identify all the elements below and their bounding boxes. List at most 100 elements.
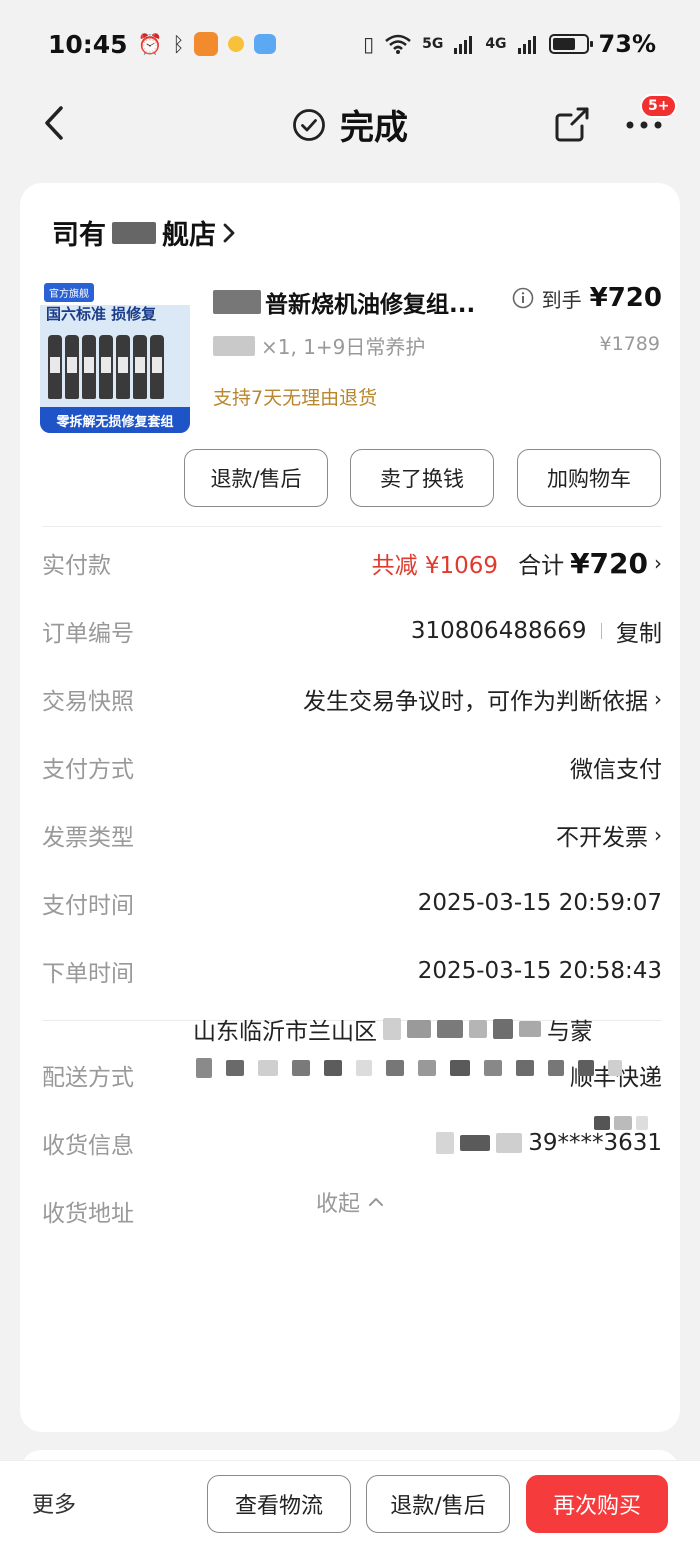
address-line1: 山东临沂市兰山区 与蒙 — [193, 1012, 593, 1046]
bottle-shape — [48, 335, 62, 399]
order-number-label: 订单编号 — [42, 621, 134, 647]
product-refund-button[interactable]: 退款/售后 — [184, 449, 328, 507]
sell-button[interactable]: 卖了换钱 — [350, 449, 494, 507]
more-button[interactable]: 更多 — [32, 1487, 76, 1519]
battery-fill — [552, 38, 576, 50]
network-4g-label: 4G — [485, 36, 507, 52]
product-image[interactable]: 官方旗舰 国六标准 损修复 零拆解无损修复套组 — [40, 281, 190, 433]
redacted-block — [386, 1060, 404, 1076]
redacted-block — [258, 1060, 278, 1076]
product-spec-row: ×1, 1+9日常养护 — [213, 331, 425, 360]
redacted-block — [548, 1060, 564, 1076]
info-icon[interactable] — [512, 287, 534, 309]
price-label: 到手 — [541, 287, 582, 312]
price-row: 到手 ¥720 — [512, 283, 662, 313]
bottle-shape — [82, 335, 96, 399]
redacted-block — [614, 1116, 632, 1130]
product-image-tag: 官方旗舰 — [44, 283, 94, 302]
price-value: ¥720 — [589, 283, 662, 313]
invoice-value: 不开发票 — [556, 825, 648, 851]
shop-link[interactable]: 司有 舰店 — [52, 213, 236, 252]
payment-label: 支付方式 — [42, 757, 134, 783]
refund-button[interactable]: 退款/售后 — [366, 1475, 510, 1533]
alarm-icon: ⏰ — [137, 32, 163, 56]
redacted-block — [213, 290, 261, 314]
snapshot-value: 发生交易争议时，可作为判断依据 — [303, 689, 648, 715]
order-time-row: 下单时间 2025-03-15 20:58:43 — [42, 951, 662, 991]
view-logistics-button[interactable]: 查看物流 — [207, 1475, 351, 1533]
redacted-block — [436, 1132, 455, 1154]
total-label: 合计 — [518, 553, 565, 579]
rebuy-button[interactable]: 再次购买 — [526, 1475, 668, 1533]
add-to-cart-button[interactable]: 加购物车 — [517, 449, 661, 507]
redacted-block — [418, 1060, 436, 1076]
snapshot-value-wrap: 发生交易争议时，可作为判断依据 › — [303, 682, 662, 716]
copy-button[interactable]: 复制 — [616, 614, 662, 648]
check-circle-icon — [293, 108, 325, 141]
redacted-block — [383, 1018, 401, 1040]
redacted-block — [112, 221, 156, 244]
status-time: 10:45 — [48, 29, 128, 59]
paid-row[interactable]: 实付款 共减 ¥1069 合计 ¥720 › — [42, 543, 662, 583]
collapse-toggle[interactable]: 收起 — [0, 1186, 700, 1218]
chevron-right-icon: › — [654, 823, 662, 847]
redacted-block — [578, 1060, 594, 1076]
redacted-block — [594, 1116, 610, 1130]
share-icon[interactable] — [552, 104, 592, 144]
order-time-value: 2025-03-15 20:58:43 — [417, 958, 662, 984]
redacted-block — [516, 1060, 534, 1076]
pay-time-label: 支付时间 — [42, 893, 134, 919]
redacted-block — [356, 1060, 372, 1076]
address-line2-redacted — [196, 1058, 622, 1078]
total-value: ¥720 — [570, 546, 648, 580]
nav-bar: 完成 5+ — [0, 88, 700, 160]
snapshot-row[interactable]: 交易快照 发生交易争议时，可作为判断依据 › — [42, 679, 662, 719]
receiver-row: 收货信息 39****3631 — [42, 1123, 662, 1163]
redacted-block — [608, 1060, 622, 1076]
pay-time-value: 2025-03-15 20:59:07 — [417, 890, 662, 916]
bottle-shape — [116, 335, 130, 399]
redacted-block — [484, 1060, 502, 1076]
redacted-block — [196, 1058, 212, 1078]
redacted-block — [493, 1019, 513, 1039]
order-time-label: 下单时间 — [42, 961, 134, 987]
wifi-icon — [385, 34, 411, 54]
status-right: ▯ 5G 4G 73% — [363, 30, 656, 58]
chevron-up-icon — [369, 1198, 383, 1206]
bottom-action-bar: 更多 查看物流 退款/售后 再次购买 — [0, 1460, 700, 1546]
app-shield-icon — [194, 32, 219, 56]
product-title: 普新烧机油修复组... — [265, 292, 476, 318]
shop-name-suffix: 舰店 — [162, 220, 216, 251]
nav-title-wrap: 完成 — [0, 100, 700, 149]
chevron-right-icon: › — [654, 551, 662, 575]
bottle-shape — [99, 335, 113, 399]
collapse-label: 收起 — [315, 1192, 360, 1217]
invoice-value-wrap: 不开发票 › — [556, 818, 662, 852]
product-image-bottles — [48, 329, 182, 399]
signal-5g-icon — [454, 36, 473, 54]
product-title-row[interactable]: 普新烧机油修复组... — [213, 285, 475, 319]
receiver-label: 收货信息 — [42, 1133, 134, 1159]
redacted-block — [460, 1135, 491, 1151]
payment-value: 微信支付 — [570, 757, 662, 783]
status-left: 10:45 ⏰ ᛒ — [48, 29, 277, 59]
address-prefix: 山东临沂市兰山区 — [193, 1019, 377, 1045]
signal-4g-icon — [517, 36, 536, 54]
order-number-value-wrap: 310806488669 复制 — [411, 614, 662, 648]
bluetooth-icon: ᛒ — [172, 32, 185, 56]
chevron-right-icon: › — [654, 687, 662, 711]
delivery-method-label: 配送方式 — [42, 1065, 134, 1091]
redacted-block — [407, 1020, 431, 1038]
redacted-block — [496, 1133, 523, 1153]
redacted-block — [292, 1060, 310, 1076]
product-image-headline: 国六标准 损修复 — [46, 305, 157, 323]
bottle-shape — [65, 335, 79, 399]
product-spec: ×1, 1+9日常养护 — [261, 335, 426, 359]
paid-label: 实付款 — [42, 553, 111, 579]
redacted-block — [324, 1060, 342, 1076]
order-number-row: 订单编号 310806488669 复制 — [42, 611, 662, 651]
receiver-phone: 39****3631 — [528, 1130, 662, 1156]
redacted-block — [450, 1060, 470, 1076]
invoice-row[interactable]: 发票类型 不开发票 › — [42, 815, 662, 855]
payment-row: 支付方式 微信支付 — [42, 747, 662, 787]
